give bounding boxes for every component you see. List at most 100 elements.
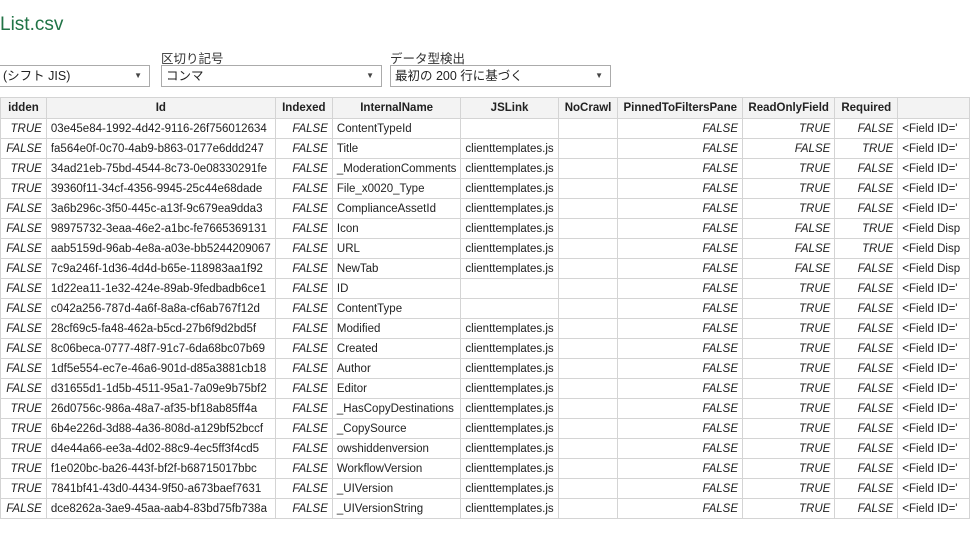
table-cell: clienttemplates.js: [460, 238, 559, 259]
table-cell: [557, 278, 619, 299]
table-cell: FALSE: [834, 118, 899, 139]
table-cell: FALSE: [0, 278, 47, 299]
table-row: FALSE 1d22ea11-1e32-424e-89ab-9fedbadb6ce…: [0, 278, 970, 299]
table-cell: WorkflowVersion: [331, 458, 462, 479]
table-cell: [460, 118, 559, 139]
table-cell: <Field Disp: [897, 258, 970, 279]
table-row: TRUE 03e45e84-1992-4d42-9116-26f756012634…: [0, 118, 970, 139]
table-cell: [557, 138, 619, 159]
table-row: FALSE c042a256-787d-4a6f-8a8a-cf6ab767f12…: [0, 298, 970, 319]
chevron-down-icon: ▼: [366, 71, 374, 80]
table-cell: FALSE: [834, 378, 899, 399]
table-cell: [557, 318, 619, 339]
table-cell: FALSE: [0, 498, 47, 519]
delimiter-select[interactable]: コンマ ▼: [161, 65, 382, 87]
table-cell: FALSE: [617, 278, 744, 299]
table-cell: TRUE: [742, 498, 836, 519]
table-cell: FALSE: [834, 198, 899, 219]
table-cell: <Field ID=': [897, 158, 970, 179]
table-cell: TRUE: [742, 198, 836, 219]
table-cell: clienttemplates.js: [460, 458, 559, 479]
table-cell: 6b4e226d-3d88-4a36-808d-a129bf52bccf: [45, 418, 276, 439]
table-cell: clienttemplates.js: [460, 378, 559, 399]
table-cell: [557, 478, 619, 499]
table-cell: TRUE: [0, 458, 47, 479]
chevron-down-icon: ▼: [134, 71, 142, 80]
table-cell: clienttemplates.js: [460, 498, 559, 519]
table-cell: clienttemplates.js: [460, 178, 559, 199]
table-cell: [557, 498, 619, 519]
table-cell: [557, 258, 619, 279]
table-cell: clienttemplates.js: [460, 318, 559, 339]
table-cell: Created: [331, 338, 462, 359]
table-cell: FALSE: [0, 218, 47, 239]
table-cell: 98975732-3eaa-46e2-a1bc-fe7665369131: [45, 218, 276, 239]
table-cell: TRUE: [742, 398, 836, 419]
table-cell: FALSE: [834, 438, 899, 459]
table-cell: FALSE: [0, 138, 47, 159]
column-header: PinnedToFiltersPane: [617, 97, 744, 119]
table-cell: FALSE: [742, 138, 836, 159]
table-cell: FALSE: [617, 218, 744, 239]
table-cell: f1e020bc-ba26-443f-bf2f-b68715017bbc: [45, 458, 276, 479]
table-cell: TRUE: [742, 378, 836, 399]
table-cell: FALSE: [274, 118, 333, 139]
table-cell: TRUE: [742, 118, 836, 139]
table-cell: _UIVersionString: [331, 498, 462, 519]
column-header: [897, 97, 970, 119]
delimiter-value: コンマ: [166, 69, 204, 83]
table-cell: <Field ID=': [897, 118, 970, 139]
table-cell: FALSE: [617, 198, 744, 219]
column-header: NoCrawl: [557, 97, 619, 119]
table-cell: TRUE: [834, 238, 899, 259]
table-cell: 8c06beca-0777-48f7-91c7-6da68bc07b69: [45, 338, 276, 359]
table-cell: 34ad21eb-75bd-4544-8c73-0e08330291fe: [45, 158, 276, 179]
table-cell: ComplianceAssetId: [331, 198, 462, 219]
table-cell: TRUE: [0, 478, 47, 499]
table-cell: FALSE: [834, 478, 899, 499]
detect-select[interactable]: 最初の 200 行に基づく ▼: [390, 65, 611, 87]
table-cell: ContentTypeId: [331, 118, 462, 139]
column-header: Id: [45, 97, 276, 119]
column-header: ReadOnlyField: [742, 97, 836, 119]
table-row: FALSE 1df5e554-ec7e-46a6-901d-d85a3881cb1…: [0, 358, 970, 379]
table-cell: clienttemplates.js: [460, 398, 559, 419]
table-cell: 3a6b296c-3f50-445c-a13f-9c679ea9dda3: [45, 198, 276, 219]
table-cell: NewTab: [331, 258, 462, 279]
table-cell: FALSE: [274, 418, 333, 439]
table-cell: FALSE: [274, 238, 333, 259]
table-cell: FALSE: [0, 378, 47, 399]
table-row: TRUE 6b4e226d-3d88-4a36-808d-a129bf52bccf…: [0, 418, 970, 439]
table-cell: FALSE: [617, 498, 744, 519]
table-cell: TRUE: [0, 418, 47, 439]
table-row: FALSE d31655d1-1d5b-4511-95a1-7a09e9b75bf…: [0, 378, 970, 399]
table-cell: Icon: [331, 218, 462, 239]
table-cell: 1df5e554-ec7e-46a6-901d-d85a3881cb18: [45, 358, 276, 379]
table-cell: FALSE: [617, 158, 744, 179]
encoding-select[interactable]: (シフト JIS) ▼: [0, 65, 150, 87]
table-cell: FALSE: [617, 178, 744, 199]
table-cell: TRUE: [0, 158, 47, 179]
table-row: FALSE 3a6b296c-3f50-445c-a13f-9c679ea9dda…: [0, 198, 970, 219]
table-cell: URL: [331, 238, 462, 259]
table-cell: _ModerationComments: [331, 158, 462, 179]
table-cell: [557, 158, 619, 179]
table-row: FALSE aab5159d-96ab-4e8a-a03e-bb524420906…: [0, 238, 970, 259]
table-cell: FALSE: [0, 258, 47, 279]
table-cell: [557, 438, 619, 459]
table-row: TRUE 26d0756c-986a-48a7-af35-bf18ab85ff4a…: [0, 398, 970, 419]
table-cell: TRUE: [0, 178, 47, 199]
table-cell: <Field ID=': [897, 198, 970, 219]
table-cell: FALSE: [274, 478, 333, 499]
table-cell: TRUE: [0, 438, 47, 459]
table-cell: ID: [331, 278, 462, 299]
table-cell: 7c9a246f-1d36-4d4d-b65e-118983aa1f92: [45, 258, 276, 279]
table-cell: FALSE: [274, 258, 333, 279]
table-cell: FALSE: [274, 198, 333, 219]
table-cell: FALSE: [834, 498, 899, 519]
table-row: TRUE d4e44a66-ee3a-4d02-88c9-4ec5ff3f4cd5…: [0, 438, 970, 459]
table-cell: [557, 238, 619, 259]
table-cell: FALSE: [617, 378, 744, 399]
table-cell: FALSE: [274, 178, 333, 199]
table-cell: FALSE: [617, 438, 744, 459]
